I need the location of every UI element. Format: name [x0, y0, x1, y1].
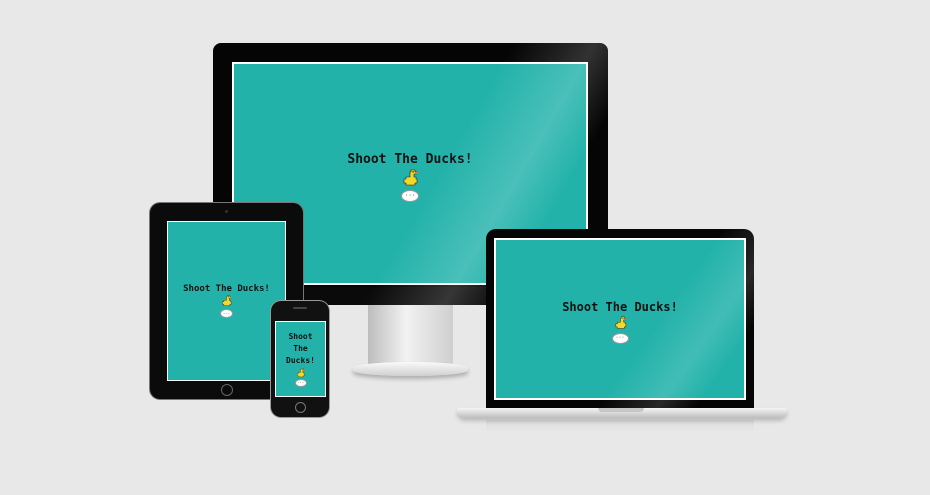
laptop-trackpad-notch [598, 408, 644, 412]
tablet-screen: Shoot The Ducks! ··· [167, 221, 286, 381]
start-button[interactable]: ··· [220, 309, 233, 318]
duck-icon[interactable] [221, 295, 232, 307]
duck-icon[interactable] [614, 316, 627, 330]
game-title-line-2: The [293, 344, 308, 353]
tablet-camera [225, 210, 228, 213]
duck-icon[interactable] [402, 169, 418, 187]
tablet-home-button[interactable] [221, 384, 233, 396]
start-button[interactable]: ··· [401, 189, 419, 202]
game-title-line-1: Shoot [288, 332, 313, 341]
game-title: Shoot The Ducks! [562, 300, 678, 314]
phone-speaker [293, 307, 307, 309]
laptop-screen: Shoot The Ducks! ··· [494, 238, 746, 400]
start-button[interactable]: ··· [294, 379, 307, 387]
duck-icon[interactable] [296, 368, 305, 378]
game-title: Shoot The Ducks! [183, 284, 270, 294]
monitor-stand-neck [368, 305, 453, 367]
game-title-line-3: Ducks! [286, 356, 315, 365]
start-button[interactable]: ··· [611, 333, 629, 344]
monitor-stand-foot [353, 362, 468, 376]
phone-screen: Shoot The Ducks! ··· [275, 321, 326, 397]
laptop-reflection [486, 420, 754, 432]
game-title: Shoot The Ducks! [347, 151, 473, 167]
phone-home-button[interactable] [295, 402, 306, 413]
